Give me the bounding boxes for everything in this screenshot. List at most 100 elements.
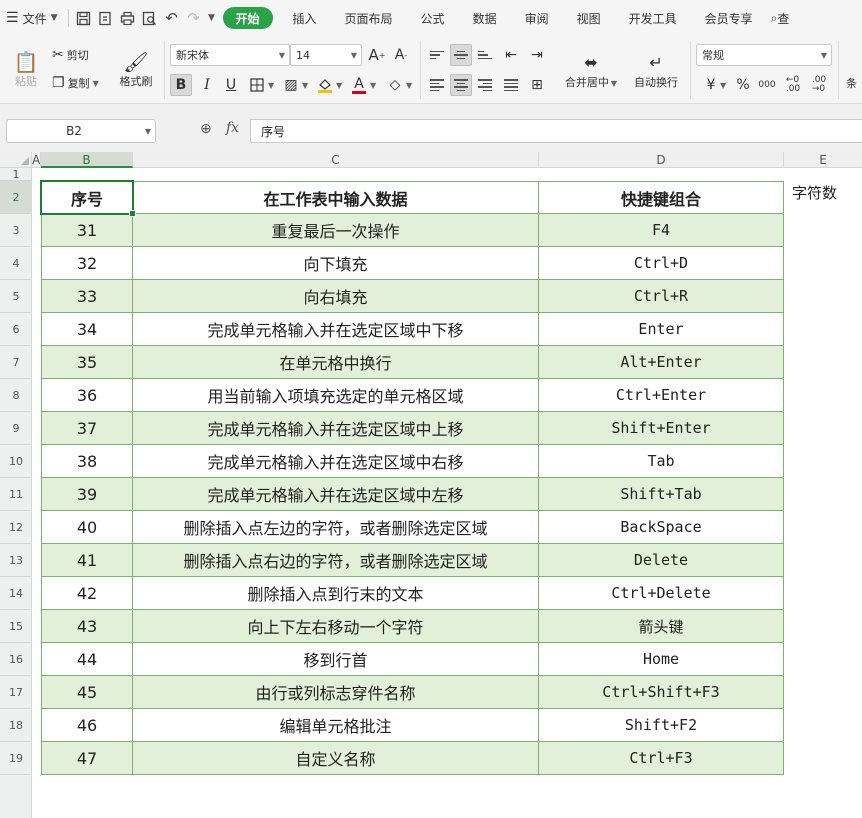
cell-number[interactable]: 42 bbox=[41, 577, 133, 610]
thousands-separator-icon[interactable]: 000 bbox=[756, 74, 778, 96]
column-header-a[interactable]: A bbox=[32, 152, 41, 168]
cell-description[interactable]: 自定义名称 bbox=[133, 742, 539, 775]
underline-button[interactable]: U bbox=[220, 74, 242, 96]
justify-icon[interactable] bbox=[500, 74, 522, 96]
cell-description[interactable]: 在单元格中换行 bbox=[133, 346, 539, 379]
cell-number[interactable]: 37 bbox=[41, 412, 133, 445]
tab-home[interactable]: 开始 bbox=[222, 7, 273, 29]
row-header-13[interactable]: 13 bbox=[0, 544, 32, 577]
cell-shortcut[interactable]: Shift+Tab bbox=[539, 478, 784, 511]
redo-icon[interactable]: ↷ bbox=[183, 7, 205, 29]
tab-developer[interactable]: 开发工具 bbox=[615, 5, 691, 31]
row-header-10[interactable]: 10 bbox=[0, 445, 32, 478]
fill-pattern-icon[interactable]: ▨ bbox=[280, 74, 302, 96]
cell-shortcut[interactable]: Ctrl+F3 bbox=[539, 742, 784, 775]
cell-number[interactable]: 40 bbox=[41, 511, 133, 544]
row-header-6[interactable]: 6 bbox=[0, 313, 32, 346]
align-right-icon[interactable] bbox=[474, 74, 496, 96]
decrease-decimal-icon[interactable]: .00 →0 bbox=[808, 74, 830, 96]
cell-description[interactable]: 由行或列标志穿件名称 bbox=[133, 676, 539, 709]
row-header-11[interactable]: 11 bbox=[0, 478, 32, 511]
increase-indent-icon[interactable]: ⇥ bbox=[526, 44, 548, 66]
row-header-18[interactable]: 18 bbox=[0, 709, 32, 742]
chevron-down-icon[interactable]: ▼ bbox=[406, 81, 412, 90]
cell-description[interactable]: 向下填充 bbox=[133, 247, 539, 280]
header-cell-shortcut[interactable]: 快捷键组合 bbox=[539, 181, 784, 214]
decrease-indent-icon[interactable]: ⇤ bbox=[500, 44, 522, 66]
cell-shortcut[interactable]: Shift+Enter bbox=[539, 412, 784, 445]
tab-page-layout[interactable]: 页面布局 bbox=[331, 5, 407, 31]
align-left-icon[interactable] bbox=[426, 74, 448, 96]
row-header-9[interactable]: 9 bbox=[0, 412, 32, 445]
cell-shortcut[interactable]: Delete bbox=[539, 544, 784, 577]
distributed-icon[interactable]: ⊞ bbox=[526, 74, 548, 96]
font-color-icon[interactable]: A bbox=[348, 74, 370, 96]
print-preview-icon[interactable] bbox=[139, 7, 161, 29]
row-header-12[interactable]: 12 bbox=[0, 511, 32, 544]
font-name-select[interactable]: 新宋体 ▼ bbox=[170, 44, 290, 66]
increase-decimal-icon[interactable]: ←0.00 bbox=[782, 74, 804, 96]
cell-description[interactable]: 完成单元格输入并在选定区域中下移 bbox=[133, 313, 539, 346]
file-menu[interactable]: ☰ 文件 ▼ bbox=[0, 5, 64, 31]
font-size-select[interactable]: 14 ▼ bbox=[290, 44, 362, 66]
cell-number[interactable]: 35 bbox=[41, 346, 133, 379]
search-tab[interactable]: ⌕ 查 bbox=[767, 5, 794, 31]
fx-icon[interactable]: fx bbox=[226, 120, 239, 136]
row-header-2[interactable]: 2 bbox=[0, 181, 32, 214]
cell-number[interactable]: 44 bbox=[41, 643, 133, 676]
tab-data[interactable]: 数据 bbox=[459, 5, 511, 31]
merge-center-button[interactable]: ⬌ 合并居中 ▼ bbox=[558, 44, 624, 98]
row-header-5[interactable]: 5 bbox=[0, 280, 32, 313]
align-bottom-icon[interactable] bbox=[474, 44, 496, 66]
cell-shortcut[interactable]: Ctrl+Delete bbox=[539, 577, 784, 610]
undo-icon[interactable]: ↶ bbox=[161, 7, 183, 29]
align-top-icon[interactable] bbox=[426, 44, 448, 66]
tab-insert[interactable]: 插入 bbox=[279, 5, 331, 31]
chevron-down-icon[interactable]: ▼ bbox=[268, 81, 274, 90]
clear-format-icon[interactable]: ◇ bbox=[384, 74, 406, 96]
cell-e2[interactable]: 字符数 bbox=[792, 182, 837, 203]
print-icon[interactable] bbox=[117, 7, 139, 29]
cell-number[interactable]: 33 bbox=[41, 280, 133, 313]
cell-number[interactable]: 32 bbox=[41, 247, 133, 280]
row-header-1[interactable]: 1 bbox=[0, 168, 32, 181]
decrease-font-icon[interactable]: A- bbox=[390, 44, 412, 66]
row-header-19[interactable]: 19 bbox=[0, 742, 32, 775]
cell-number[interactable]: 46 bbox=[41, 709, 133, 742]
italic-button[interactable]: I bbox=[196, 74, 218, 96]
cell-description[interactable]: 完成单元格输入并在选定区域中上移 bbox=[133, 412, 539, 445]
cell-description[interactable]: 删除插入点右边的字符，或者删除选定区域 bbox=[133, 544, 539, 577]
cell-number[interactable]: 38 bbox=[41, 445, 133, 478]
percent-icon[interactable]: % bbox=[732, 74, 754, 96]
cell-shortcut[interactable]: 箭头键 bbox=[539, 610, 784, 643]
number-format-select[interactable]: 常规 ▼ bbox=[696, 44, 832, 66]
cell-shortcut[interactable]: Alt+Enter bbox=[539, 346, 784, 379]
align-center-icon[interactable] bbox=[450, 74, 472, 96]
header-cell-number[interactable]: 序号 bbox=[41, 181, 133, 214]
chevron-down-icon[interactable]: ▼ bbox=[336, 81, 342, 90]
cell-shortcut[interactable]: Ctrl+Enter bbox=[539, 379, 784, 412]
cell-shortcut[interactable]: BackSpace bbox=[539, 511, 784, 544]
cell-shortcut[interactable]: Ctrl+D bbox=[539, 247, 784, 280]
cut-button[interactable]: ✂ 剪切 bbox=[52, 44, 89, 66]
increase-font-icon[interactable]: A + bbox=[366, 44, 388, 66]
export-pdf-icon[interactable] bbox=[95, 7, 117, 29]
cell-description[interactable]: 重复最后一次操作 bbox=[133, 214, 539, 247]
cell-shortcut[interactable]: Enter bbox=[539, 313, 784, 346]
cell-shortcut[interactable]: Shift+F2 bbox=[539, 709, 784, 742]
borders-icon[interactable] bbox=[246, 74, 268, 96]
cell-description[interactable]: 移到行首 bbox=[133, 643, 539, 676]
cell-number[interactable]: 36 bbox=[41, 379, 133, 412]
cell-description[interactable]: 编辑单元格批注 bbox=[133, 709, 539, 742]
cell-number[interactable]: 43 bbox=[41, 610, 133, 643]
row-header-3[interactable]: 3 bbox=[0, 214, 32, 247]
tab-formulas[interactable]: 公式 bbox=[407, 5, 459, 31]
cell-shortcut[interactable]: F4 bbox=[539, 214, 784, 247]
row-header-14[interactable]: 14 bbox=[0, 577, 32, 610]
cell-number[interactable]: 47 bbox=[41, 742, 133, 775]
row-header-4[interactable]: 4 bbox=[0, 247, 32, 280]
bold-button[interactable]: B bbox=[170, 74, 192, 96]
cell-shortcut[interactable]: Tab bbox=[539, 445, 784, 478]
chevron-down-icon[interactable]: ▼ bbox=[302, 81, 308, 90]
row-header-16[interactable]: 16 bbox=[0, 643, 32, 676]
